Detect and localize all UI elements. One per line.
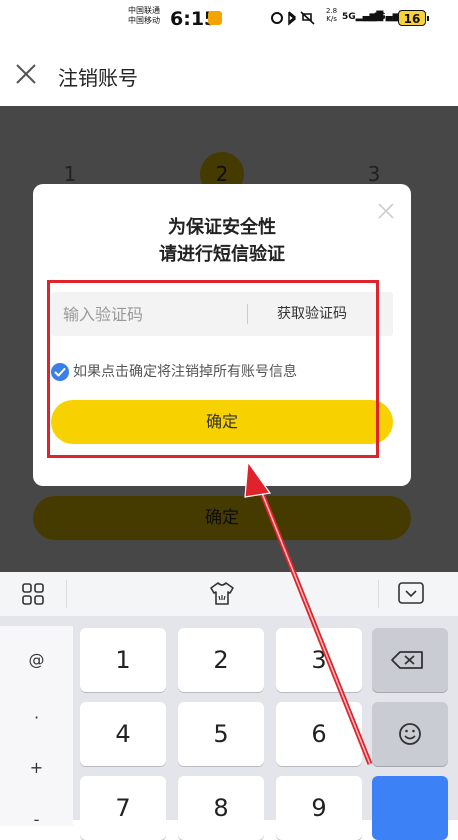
battery-indicator: 16	[398, 10, 429, 26]
dialog-title-line-1: 为保证安全性	[168, 217, 276, 238]
signal-4g-label: 4G	[372, 12, 386, 22]
network-speed-unit: K/s	[326, 15, 337, 23]
app-header: 注销账号	[0, 40, 458, 106]
key-1[interactable]: 1	[80, 628, 166, 692]
notification-app-icon	[208, 11, 222, 25]
dialog-title-line-2: 请进行短信验证	[159, 244, 285, 265]
skin-icon[interactable]	[207, 580, 237, 608]
signal-5g-label: 5G	[342, 12, 356, 22]
key-9[interactable]: 9	[276, 776, 362, 840]
numeric-keyboard: @ · + - 1 2 3 4 5 6 7 8 9	[0, 616, 458, 840]
keyboard-hide-icon[interactable]	[398, 582, 424, 604]
carrier-1: 中国联通	[128, 6, 160, 15]
key-4[interactable]: 4	[80, 702, 166, 766]
symbol-key-plus[interactable]: +	[0, 758, 73, 777]
network-speed: 2.8 K/s	[326, 7, 337, 23]
symbol-column: @ · + -	[0, 626, 73, 829]
key-5[interactable]: 5	[178, 702, 264, 766]
annotation-highlight-box	[47, 280, 379, 458]
page-title: 注销账号	[58, 66, 138, 90]
enter-key[interactable]	[372, 776, 448, 840]
close-icon[interactable]	[14, 62, 38, 86]
symbol-key-dot[interactable]: ·	[0, 708, 73, 727]
symbol-key-at[interactable]: @	[0, 650, 73, 669]
key-6[interactable]: 6	[276, 702, 362, 766]
key-7[interactable]: 7	[80, 776, 166, 840]
toolbar-divider	[66, 580, 67, 608]
status-bar: 中国联通 中国移动 6:15 2.8 K/s 5G▂▄▆█ 4G▄▆█ 16	[0, 0, 458, 40]
backspace-key[interactable]	[372, 628, 448, 692]
emoji-key[interactable]	[372, 702, 448, 766]
system-status-icons	[270, 10, 320, 29]
network-speed-value: 2.8	[326, 7, 338, 15]
key-8[interactable]: 8	[178, 776, 264, 840]
keyboard-toolbar	[0, 572, 458, 616]
grid-icon[interactable]	[22, 583, 44, 605]
key-3[interactable]: 3	[276, 628, 362, 692]
toolbar-divider	[378, 580, 379, 608]
alarm-bluetooth-mute-icons	[271, 11, 315, 26]
key-2[interactable]: 2	[178, 628, 264, 692]
carrier-names: 中国联通 中国移动	[128, 6, 160, 26]
dialog-title: 为保证安全性 请进行短信验证	[33, 214, 411, 268]
emoji-icon	[399, 723, 421, 745]
carrier-2: 中国移动	[128, 16, 160, 25]
backspace-icon	[391, 651, 423, 669]
